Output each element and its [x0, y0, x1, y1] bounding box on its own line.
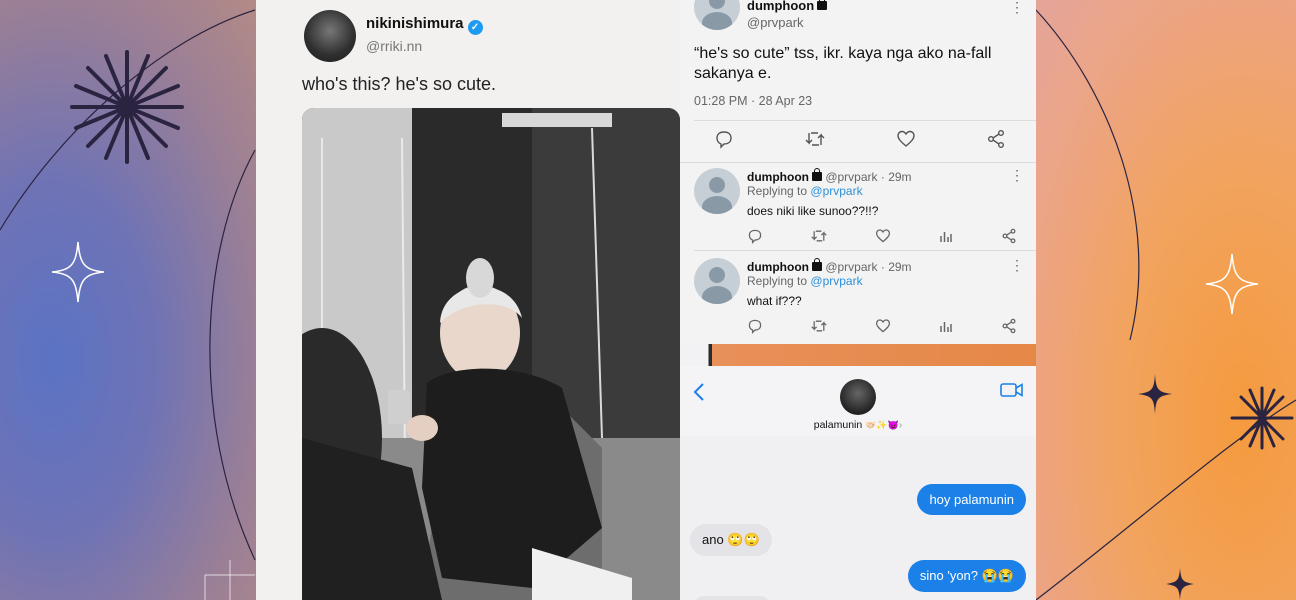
reply-icon[interactable]	[714, 129, 734, 149]
tweet-text: “he's so cute” tss, ikr. kaya nga ako na…	[694, 45, 992, 82]
share-icon[interactable]	[1001, 228, 1017, 244]
analytics-icon[interactable]	[938, 228, 954, 244]
video-call-icon[interactable]	[1000, 382, 1024, 398]
avatar[interactable]	[304, 10, 356, 62]
reply-icon[interactable]	[747, 228, 763, 244]
lock-icon	[811, 168, 822, 181]
tweet-text: who's this? he's so cute.	[302, 74, 496, 94]
reply-author[interactable]: dumphoon @prvpark · 29m	[747, 168, 912, 184]
tweet-author-name[interactable]: nikinishimura ✓	[366, 15, 483, 35]
like-icon[interactable]	[896, 129, 916, 149]
more-options-icon[interactable]: ⋮	[1010, 0, 1024, 14]
chevron-right-icon: ›	[898, 419, 903, 431]
tweet-photo[interactable]	[302, 108, 680, 600]
reply-actions	[747, 228, 1017, 244]
message-bubble-received[interactable]	[694, 596, 770, 600]
share-icon[interactable]	[1001, 318, 1017, 334]
tweet-timestamp: 01:28 PM · 28 Apr 23	[694, 94, 813, 108]
avatar[interactable]	[694, 258, 740, 304]
like-icon[interactable]	[875, 228, 891, 244]
messages-panel: palamunin 🤝🏻✨😈› hoy palamunin ano 🙄🙄 sin…	[680, 366, 1036, 600]
reply-text: does niki like sunoo??!!?	[747, 204, 879, 218]
divider	[694, 250, 1036, 251]
sparkle-solid-icon	[1138, 374, 1172, 414]
reply-author[interactable]: dumphoon @prvpark · 29m	[747, 258, 912, 274]
like-icon[interactable]	[875, 318, 891, 334]
list-item[interactable]: dumphoon @prvpark · 29m Replying to @prv…	[680, 254, 1036, 340]
photo-illustration	[302, 108, 680, 600]
reply-tweet-card: dumphoon @prvpark ⋮ “he's so cute” tss, …	[680, 0, 1036, 344]
background-strip	[680, 344, 1036, 366]
chat-header: palamunin 🤝🏻✨😈›	[680, 366, 1036, 436]
main-tweet-card: nikinishimura ✓ @rriki.nn who's this? he'…	[256, 0, 680, 600]
verified-badge-icon: ✓	[467, 20, 483, 35]
sparkle-outline-icon	[1205, 253, 1259, 315]
contact-name[interactable]: palamunin 🤝🏻✨😈›	[680, 419, 1036, 431]
more-options-icon[interactable]: ⋮	[1010, 258, 1024, 272]
lock-icon	[817, 0, 828, 10]
reply-actions	[747, 318, 1017, 334]
starburst-icon	[70, 50, 184, 164]
retweet-icon[interactable]	[804, 129, 826, 149]
replying-to: Replying to @prvpark	[747, 184, 863, 198]
reply-icon[interactable]	[747, 318, 763, 334]
divider	[694, 120, 1036, 121]
avatar[interactable]	[694, 0, 740, 30]
divider	[680, 162, 1036, 163]
lock-icon	[811, 258, 822, 271]
share-icon[interactable]	[986, 129, 1006, 149]
back-chevron-icon[interactable]	[692, 382, 706, 402]
message-bubble-sent[interactable]: sino 'yon? 😭😭	[907, 560, 1026, 592]
message-bubble-received[interactable]: ano 🙄🙄	[690, 524, 772, 556]
tweet-author-handle[interactable]: @prvpark	[747, 15, 804, 30]
tweet-author-handle[interactable]: @rriki.nn	[366, 38, 422, 54]
sparkle-outline-icon	[51, 241, 105, 303]
list-item[interactable]: dumphoon @prvpark · 29m Replying to @prv…	[680, 164, 1036, 250]
retweet-icon[interactable]	[810, 318, 828, 334]
retweet-icon[interactable]	[810, 228, 828, 244]
avatar[interactable]	[694, 168, 740, 214]
sparkle-solid-icon	[1166, 568, 1194, 600]
analytics-icon[interactable]	[938, 318, 954, 334]
replying-to: Replying to @prvpark	[747, 274, 863, 288]
more-options-icon[interactable]: ⋮	[1010, 168, 1024, 182]
avatar[interactable]	[840, 379, 876, 415]
tweet-author-name[interactable]: dumphoon	[747, 0, 828, 13]
starburst-small-icon	[1230, 386, 1294, 450]
tweet-actions	[714, 128, 1006, 150]
message-bubble-sent[interactable]: hoy palamunin	[917, 484, 1026, 515]
reply-text: what if???	[747, 294, 802, 308]
